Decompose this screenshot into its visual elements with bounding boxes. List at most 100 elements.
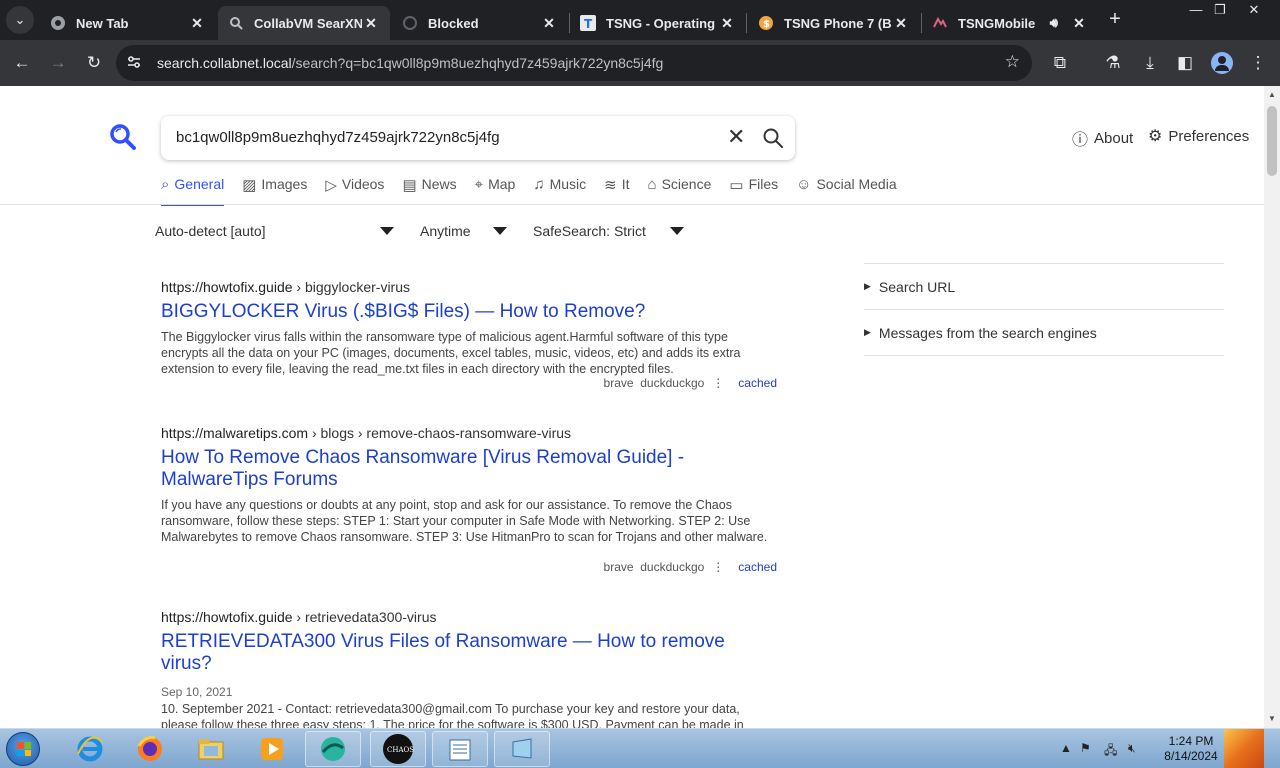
result-path: › biggylocker-virus xyxy=(296,279,411,295)
language-select[interactable]: Auto-detect [auto] xyxy=(155,223,395,239)
result-url[interactable]: https://howtofix.guide › biggylocker-vir… xyxy=(161,279,777,295)
back-button[interactable]: ← xyxy=(9,50,35,76)
tab-news[interactable]: ▤ News xyxy=(402,176,456,206)
more-vert-icon: ⋮ xyxy=(712,376,725,390)
taskbar-firefox[interactable] xyxy=(122,731,178,767)
result-url[interactable]: https://malwaretips.com › blogs › remove… xyxy=(161,425,777,441)
tab-videos[interactable]: ▷ Videos xyxy=(325,176,384,206)
taskbar-chaos[interactable]: CHAOS xyxy=(370,731,426,767)
system-clock[interactable]: 1:24 PM 8/14/2024 xyxy=(1153,734,1229,764)
svg-text:$: $ xyxy=(763,19,770,30)
loading-icon xyxy=(402,15,418,31)
music-icon: ♫ xyxy=(533,176,545,193)
taskbar-explorer[interactable] xyxy=(183,731,239,767)
tab-tsng-phone[interactable]: $ TSNG Phone 7 (BET ✕ xyxy=(748,6,920,40)
downloads-button[interactable]: ⤓ xyxy=(1137,50,1163,76)
taskbar-media-player[interactable] xyxy=(244,731,300,767)
result-title-link[interactable]: RETRIEVEDATA300 Virus Files of Ransomwar… xyxy=(161,631,777,675)
close-window-button[interactable]: ✕ xyxy=(1242,0,1266,20)
cached-link[interactable]: cached xyxy=(738,560,777,574)
result-engines: brave duckduckgo ⋮ cached xyxy=(604,560,777,574)
taskbar-ie[interactable] xyxy=(62,731,118,767)
scrollbar-thumb[interactable] xyxy=(1267,106,1277,176)
tab-collabvm-searxng[interactable]: CollabVM SearXNG ✕ xyxy=(218,6,390,40)
profile-avatar[interactable] xyxy=(1211,52,1233,74)
menu-button[interactable]: ⋮ xyxy=(1245,50,1271,76)
extensions-button[interactable]: ⧉ xyxy=(1047,50,1073,76)
clear-search-icon[interactable]: ✕ xyxy=(727,126,745,148)
tsng-icon: T xyxy=(580,15,596,31)
tab-title: Blocked xyxy=(428,15,479,31)
forward-button[interactable]: → xyxy=(45,50,71,76)
close-tab-icon[interactable]: ✕ xyxy=(718,15,736,32)
svg-text:CHAOS: CHAOS xyxy=(387,746,414,754)
tab-search-button[interactable]: ⌄ xyxy=(6,6,34,34)
tab-files[interactable]: ▭ Files xyxy=(729,176,778,206)
scroll-up-icon[interactable]: ▲ xyxy=(1268,90,1276,99)
taskbar-app-globe[interactable] xyxy=(305,731,361,767)
audio-icon[interactable]: 🔊︎ xyxy=(1050,15,1058,31)
start-button[interactable] xyxy=(6,732,40,766)
search-url-toggle[interactable]: ▶ Search URL xyxy=(864,264,1224,309)
address-bar[interactable]: search.collabnet.local/search?q=bc1qw0ll… xyxy=(116,45,1032,81)
language-value: Auto-detect [auto] xyxy=(155,223,266,239)
close-tab-icon[interactable]: ✕ xyxy=(1070,15,1088,32)
show-hidden-icons[interactable]: ▲ xyxy=(1060,741,1072,755)
tab-title: TSNGMobile xyxy=(958,15,1036,31)
result-url[interactable]: https://howtofix.guide › retrievedata300… xyxy=(161,609,777,625)
network-icon[interactable]: 🖧︎ xyxy=(1104,741,1117,762)
cached-link[interactable]: cached xyxy=(738,376,777,390)
tab-music[interactable]: ♫ Music xyxy=(533,176,586,206)
result-title-link[interactable]: BIGGYLOCKER Virus (.$BIG$ Files) — How t… xyxy=(161,301,777,323)
tab-map[interactable]: ⌖ Map xyxy=(475,176,516,206)
searxng-logo-icon[interactable] xyxy=(109,123,137,151)
search-result: https://howtofix.guide › retrievedata300… xyxy=(161,609,777,728)
map-pin-icon: ⌖ xyxy=(474,176,484,193)
tab-new-tab[interactable]: New Tab ✕ xyxy=(40,6,216,40)
time-range-select[interactable]: Anytime xyxy=(420,223,515,239)
side-panel-button[interactable]: ◧ xyxy=(1172,50,1198,76)
reload-button[interactable]: ↻ xyxy=(81,50,107,76)
minimize-button[interactable]: — xyxy=(1184,0,1208,20)
safesearch-select[interactable]: SafeSearch: Strict xyxy=(533,223,688,239)
site-info-icon[interactable] xyxy=(126,54,142,73)
close-tab-icon[interactable]: ✕ xyxy=(362,15,380,32)
tab-general[interactable]: ⌕ General xyxy=(161,176,225,206)
searxng-page: bc1qw0ll8p9m8uezhqhyd7z459ajrk722yn8c5j4… xyxy=(0,86,1264,728)
scroll-down-icon[interactable]: ▼ xyxy=(1268,714,1276,723)
tab-it[interactable]: ≋ It xyxy=(604,176,629,206)
taskbar-app-window[interactable] xyxy=(494,731,550,767)
browser-toolbar: ← → ↻ search.collabnet.local/search?q=bc… xyxy=(0,40,1280,86)
close-tab-icon[interactable]: ✕ xyxy=(540,15,558,32)
tab-social-media[interactable]: ☺ Social Media xyxy=(796,176,896,206)
tab-label: Files xyxy=(748,176,779,192)
taskbar-notepad[interactable] xyxy=(432,731,488,767)
result-title-link[interactable]: How To Remove Chaos Ransomware [Virus Re… xyxy=(161,447,777,491)
labs-button[interactable]: ⚗ xyxy=(1100,50,1126,76)
close-tab-icon[interactable]: ✕ xyxy=(892,15,910,32)
tab-tsngmobile[interactable]: TSNGMobile 🔊︎ ✕ xyxy=(922,6,1098,40)
new-tab-button[interactable]: + xyxy=(1104,9,1126,31)
page-scrollbar[interactable]: ▲ ▼ xyxy=(1264,86,1280,728)
tab-title: TSNG Phone 7 (BET xyxy=(784,15,892,31)
search-icon: ⌕ xyxy=(161,176,170,193)
about-link[interactable]: ⓘ About xyxy=(1072,126,1133,150)
tab-science[interactable]: ⌂ Science xyxy=(648,176,712,206)
search-submit-icon[interactable] xyxy=(762,127,784,149)
url-text[interactable]: search.collabnet.local/search?q=bc1qw0ll… xyxy=(157,55,663,71)
action-center-flag-icon[interactable]: ⚑ xyxy=(1080,741,1091,755)
tab-images[interactable]: ▨ Images xyxy=(242,176,307,206)
preferences-link[interactable]: ⚙ Preferences xyxy=(1148,126,1249,146)
tab-blocked[interactable]: Blocked ✕ xyxy=(392,6,568,40)
close-tab-icon[interactable]: ✕ xyxy=(188,15,206,32)
show-desktop-button[interactable] xyxy=(1224,729,1264,768)
tab-tsng-operating[interactable]: T TSNG - Operating S ✕ xyxy=(570,6,746,40)
chrome-icon xyxy=(50,15,66,31)
restore-button[interactable]: ❐ xyxy=(1208,0,1232,20)
search-input[interactable]: bc1qw0ll8p9m8uezhqhyd7z459ajrk722yn8c5j4… xyxy=(176,129,500,146)
result-domain: https://howtofix.guide xyxy=(161,609,293,625)
window-app-icon xyxy=(512,738,532,759)
bookmark-star-icon[interactable]: ☆ xyxy=(1005,52,1020,72)
engine-messages-toggle[interactable]: ▶ Messages from the search engines xyxy=(864,310,1224,355)
volume-muted-icon[interactable]: 🔇︎ xyxy=(1128,741,1136,756)
